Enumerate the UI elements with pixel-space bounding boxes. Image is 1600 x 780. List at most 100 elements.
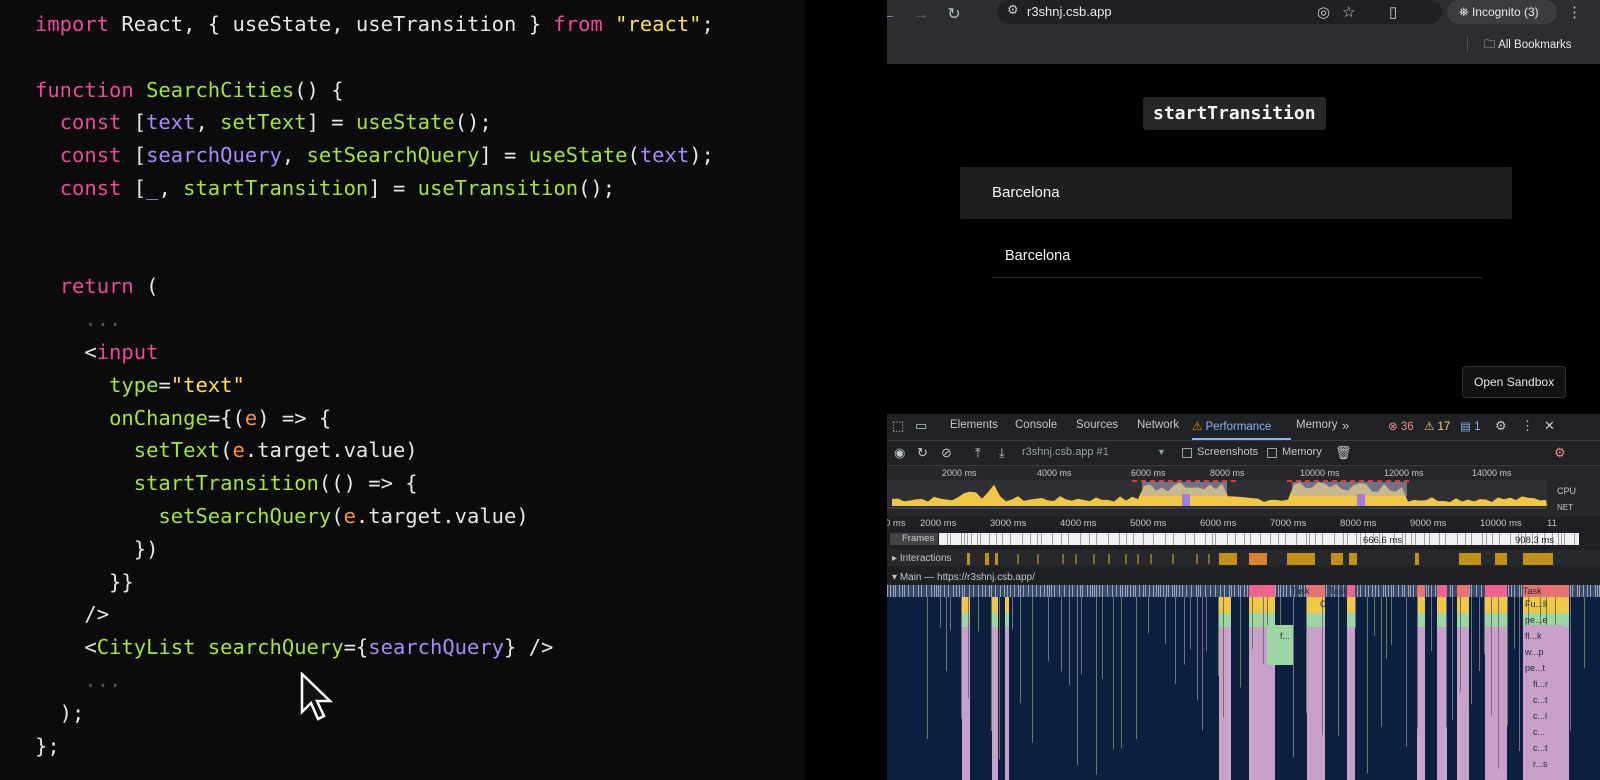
flame-label: Task (1329, 586, 1348, 596)
tracking-eye-icon[interactable]: ◎ (1317, 3, 1330, 21)
main-track-label[interactable]: ▾ Main — https://r3shnj.csb.app/ (892, 572, 1035, 583)
reload-record-icon[interactable]: ↻ (917, 445, 928, 461)
code-line: const [searchQuery, setSearchQuery] = us… (35, 139, 714, 172)
code-line: ... (35, 303, 714, 336)
city-list-item[interactable]: Barcelona (992, 234, 1482, 278)
code-token: () { (294, 77, 344, 102)
search-input[interactable]: Barcelona (960, 167, 1512, 219)
code-token: ( (627, 143, 640, 168)
download-icon[interactable]: ⤓ (999, 445, 1005, 461)
frames-track-label[interactable]: Frames (890, 533, 938, 545)
code-token: , (158, 175, 184, 200)
devtools-menu-icon[interactable]: ⋮ (1521, 418, 1534, 434)
device-toggle-icon[interactable]: ▭ (915, 418, 927, 434)
code-token: < (35, 339, 97, 364)
code-token: .target.value) (244, 438, 418, 463)
reload-icon[interactable]: ↻ (943, 4, 965, 26)
site-settings-icon[interactable]: ⚙ (1007, 2, 1019, 18)
code-token: ] = (479, 143, 529, 168)
forward-icon[interactable]: → (910, 4, 932, 26)
bookmark-star-icon[interactable]: ☆ (1342, 3, 1355, 21)
timeline-overview[interactable]: 2000 ms 4000 ms 6000 ms 8000 ms 10000 ms 1200… (887, 466, 1600, 516)
memory-checkbox[interactable] (1267, 448, 1277, 458)
flame-label: pe...t (1525, 663, 1546, 673)
tab-elements[interactable]: Elements (950, 419, 998, 431)
error-count[interactable]: ⊗ 36 (1388, 419, 1414, 433)
code-token: text (639, 143, 690, 168)
screenshots-checkbox[interactable] (1182, 448, 1192, 458)
code-token: } /> (504, 635, 554, 660)
code-token: [ (121, 143, 147, 168)
code-token: searchQuery (146, 143, 282, 168)
code-token: ); (35, 700, 85, 725)
code-token: ={ (343, 635, 369, 660)
code-line: import React, { useState, useTransition … (35, 8, 714, 41)
flame-label: C...t (1320, 599, 1337, 609)
overview-tick-label: 6000 ms (1131, 468, 1166, 478)
all-bookmarks-button[interactable]: 🗀 All Bookmarks (1484, 37, 1572, 56)
code-token: ( (220, 438, 233, 463)
code-token: ={( (207, 405, 245, 430)
close-devtools-icon[interactable]: ✕ (1544, 418, 1555, 434)
tab-performance[interactable]: ⚠ Performance (1192, 419, 1271, 433)
timeline-main[interactable]: 0 ms 2000 ms 3000 ms 4000 ms 5000 ms 6000 ms 7… (887, 517, 1600, 780)
open-sandbox-button[interactable]: Open Sandbox (1462, 366, 1567, 398)
tab-console[interactable]: Console (1015, 419, 1057, 431)
warning-count[interactable]: ⚠ 17 (1424, 419, 1450, 433)
code-token: ); (689, 143, 714, 168)
record-icon[interactable]: ◉ (894, 445, 905, 461)
capture-settings-icon[interactable]: ⚙ (1554, 445, 1566, 461)
url-text: r3shnj.csb.app (1027, 4, 1112, 19)
code-line: ... (35, 664, 714, 697)
code-token: }) (35, 536, 159, 561)
code-token: CityList (96, 635, 196, 660)
code-token: ; (701, 12, 714, 36)
tab-sources[interactable]: Sources (1076, 419, 1118, 431)
code-token: useState (355, 110, 455, 135)
page-title: startTransition (1143, 97, 1326, 130)
trash-icon[interactable]: 🗑 (1335, 445, 1352, 461)
tab-performance-label: Performance (1205, 421, 1272, 433)
more-menu-icon[interactable]: ⋮ (1567, 3, 1582, 21)
code-token: "text" (170, 372, 245, 397)
overview-tick-label: 2000 ms (942, 468, 977, 478)
back-icon[interactable]: ← (887, 4, 899, 26)
chevron-down-icon[interactable]: ▼ (1157, 447, 1166, 457)
code-line: const [text, setText] = useState(); (35, 106, 714, 139)
code-token: const (59, 110, 122, 135)
tab-memory[interactable]: Memory (1296, 419, 1338, 431)
main-label: Main — https://r3shnj.csb.app/ (899, 572, 1035, 583)
flame-label: pe...e (1525, 615, 1548, 625)
code-token: ... (84, 307, 122, 332)
code-line: ); (35, 697, 714, 730)
inspect-icon[interactable]: ⬚ (892, 418, 904, 434)
screenshots-label: Screenshots (1197, 446, 1259, 458)
code-token: from (553, 12, 603, 36)
message-count[interactable]: ▤ 1 (1460, 419, 1480, 433)
tab-network[interactable]: Network (1137, 419, 1179, 431)
settings-gear-icon[interactable]: ⚙ (1495, 418, 1507, 434)
code-token: function (35, 77, 134, 102)
flame-label: f... (1280, 631, 1291, 641)
code-token: useState (528, 143, 628, 168)
incognito-button[interactable]: ⛯ Incognito (3) (1447, 0, 1557, 24)
flame-chart[interactable]: Task Task Task C...t Fu...ll f... pe...e fl...k… (887, 585, 1600, 780)
more-tabs-icon[interactable]: » (1342, 418, 1349, 433)
address-bar[interactable]: ⚙ r3shnj.csb.app (997, 0, 1442, 24)
flame-label: w...p (1525, 647, 1544, 657)
code-token: setSearchQuery (306, 143, 480, 168)
code-token: ( (133, 274, 159, 299)
side-panel-icon[interactable]: ▯ (1389, 3, 1397, 21)
clear-icon[interactable]: ⊘ (941, 445, 952, 461)
recording-select[interactable]: r3shnj.csb.app #1 (1022, 446, 1109, 458)
memory-label: Memory (1282, 446, 1322, 458)
code-token: useTransition (417, 175, 579, 200)
code-token: ) => { (257, 405, 332, 430)
interactions-track-label[interactable]: ▸ Interactions (892, 553, 952, 564)
upload-icon[interactable]: ⤒ (975, 445, 981, 461)
active-tab-indicator (1192, 438, 1291, 440)
code-line: setText(e.target.value) (35, 434, 714, 467)
